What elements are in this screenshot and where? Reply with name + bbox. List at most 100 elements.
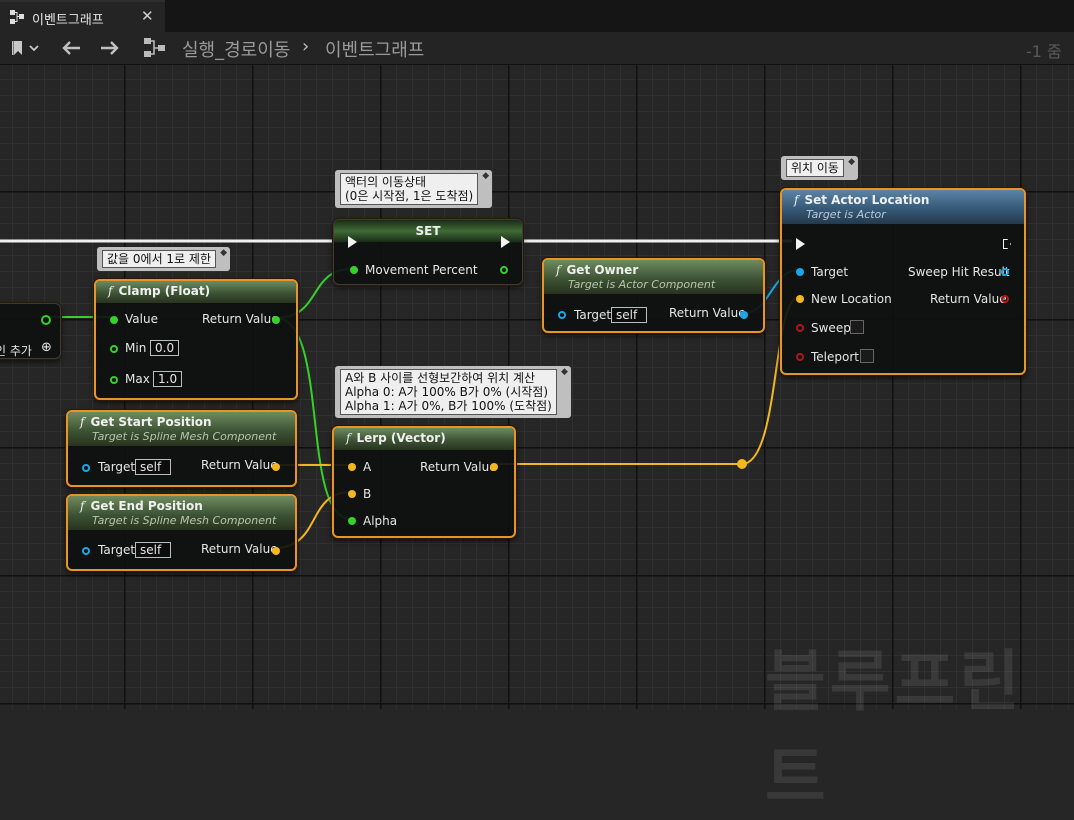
target-pin[interactable] — [558, 311, 566, 319]
min-input[interactable]: 0.0 — [150, 340, 180, 356]
back-arrow-icon[interactable] — [61, 40, 81, 60]
return-value-pin[interactable] — [272, 463, 280, 471]
teleport-label: Teleport — [811, 350, 859, 364]
zoom-level: -1 줌 — [1026, 42, 1062, 61]
movement-percent-out-pin[interactable] — [500, 266, 508, 274]
node-clamp-float[interactable]: f Clamp (Float) Value Return Value Min 0.… — [94, 279, 298, 400]
graph-icon — [144, 38, 166, 62]
return-value-pin[interactable] — [272, 547, 280, 555]
max-label: Max — [125, 372, 150, 386]
node-title: f Set Actor Location — [794, 193, 930, 207]
tab-event-graph[interactable]: 이벤트그래프 ✕ — [0, 0, 165, 32]
bookmark-icon[interactable] — [12, 40, 40, 60]
alpha-pin[interactable] — [348, 517, 356, 525]
node-title: f Lerp (Vector) — [346, 431, 446, 445]
node-title: f Get Owner — [556, 263, 639, 277]
exec-out-pin[interactable] — [501, 236, 510, 248]
node-header: f Get Start Position Target is Spline Mes… — [68, 412, 295, 446]
node-get-end-position[interactable]: f Get End Position Target is Spline Mesh … — [66, 494, 297, 571]
b-pin[interactable] — [348, 490, 356, 498]
min-label: Min — [125, 341, 147, 355]
node-header: f Lerp (Vector) — [334, 428, 514, 450]
new-location-pin[interactable] — [796, 295, 804, 303]
return-value-label: Return Value — [930, 292, 1007, 306]
sweep-hit-result-pin[interactable] — [1001, 268, 1009, 276]
blueprint-watermark: 블루프린트 — [765, 643, 1024, 816]
output-pin[interactable] — [41, 315, 51, 325]
close-icon[interactable]: ✕ — [141, 7, 154, 25]
graph-canvas[interactable]: 인 추가 ⊕ SET Movement Percent fClamp (Floa… — [0, 65, 1074, 709]
target-pin[interactable] — [82, 464, 90, 472]
add-pin-label[interactable]: 인 추가 — [0, 342, 32, 358]
sweep-hit-result-label: Sweep Hit Result — [908, 265, 1010, 279]
node-title: SET — [415, 224, 441, 238]
node-subtitle: Target is Spline Mesh Component — [92, 514, 277, 527]
return-value-label: Return Value — [201, 542, 278, 556]
exec-in-pin[interactable] — [796, 238, 805, 250]
function-icon: f — [556, 263, 561, 277]
comment-set[interactable]: 액터의 이동상태 (0은 시작점, 1은 도착점) ◆ — [335, 170, 493, 208]
node-set-actor-location[interactable]: f Set Actor Location Target is Actor Targ… — [780, 188, 1026, 375]
pin-icon[interactable]: ◆ — [482, 171, 489, 181]
tab-bar: 이벤트그래프 ✕ — [0, 0, 1074, 32]
node-subtitle: Target is Spline Mesh Component — [92, 430, 277, 443]
forward-arrow-icon[interactable] — [100, 40, 120, 60]
target-pin[interactable] — [82, 547, 90, 555]
function-icon: f — [346, 431, 351, 445]
node-set[interactable]: SET Movement Percent — [333, 219, 523, 285]
node-get-start-position[interactable]: f Get Start Position Target is Spline Mes… — [66, 410, 297, 487]
node-header: f Get Owner Target is Actor Component — [544, 260, 763, 294]
target-label: Target — [574, 308, 612, 322]
pin-icon[interactable]: ◆ — [848, 157, 855, 167]
breadcrumb-event-graph[interactable]: 이벤트그래프 — [325, 36, 424, 62]
sweep-pin[interactable] — [796, 324, 804, 332]
plus-icon[interactable]: ⊕ — [41, 340, 52, 355]
teleport-checkbox[interactable] — [860, 349, 874, 363]
comment-text: 액터의 이동상태 (0은 시작점, 1은 도착점) — [340, 173, 479, 205]
comment-text: A와 B 사이를 선형보간하여 위치 계산 Alpha 0: A가 100% B… — [340, 369, 557, 415]
exec-in-pin[interactable] — [348, 236, 357, 248]
node-header: f Set Actor Location Target is Actor — [782, 190, 1024, 224]
sweep-checkbox[interactable] — [850, 320, 864, 334]
target-self-input[interactable]: self — [135, 459, 171, 475]
value-label: Value — [125, 312, 158, 326]
return-value-pin[interactable] — [490, 463, 498, 471]
comment-clamp[interactable]: 값을 0에서 1로 제한 ◆ — [97, 247, 230, 271]
comment-lerp[interactable]: A와 B 사이를 선형보간하여 위치 계산 Alpha 0: A가 100% B… — [335, 366, 571, 418]
node-header: f Get End Position Target is Spline Mesh … — [68, 496, 295, 530]
target-pin[interactable] — [796, 268, 804, 276]
pin-icon[interactable]: ◆ — [561, 367, 568, 377]
node-partial-left[interactable]: 인 추가 ⊕ — [0, 303, 61, 359]
comment-set-actor-location[interactable]: 위치 이동 ◆ — [781, 156, 858, 180]
function-icon: f — [794, 193, 799, 207]
return-value-pin[interactable] — [1001, 295, 1009, 303]
node-lerp-vector[interactable]: f Lerp (Vector) A Return Value B Alpha — [332, 426, 516, 538]
return-value-pin[interactable] — [740, 311, 748, 319]
movement-percent-label: Movement Percent — [365, 263, 478, 277]
graph-icon — [10, 10, 24, 28]
breadcrumb-separator: › — [302, 36, 310, 57]
comment-text: 위치 이동 — [786, 159, 844, 177]
sweep-label: Sweep — [811, 321, 851, 335]
node-title: f Get End Position — [80, 499, 203, 513]
target-self-input[interactable]: self — [611, 307, 647, 323]
movement-percent-in-pin[interactable] — [350, 266, 358, 274]
node-get-owner[interactable]: f Get Owner Target is Actor Component Tar… — [542, 258, 765, 333]
target-self-input[interactable]: self — [135, 542, 171, 558]
max-pin[interactable] — [110, 376, 118, 384]
max-input[interactable]: 1.0 — [153, 371, 183, 387]
pin-icon[interactable]: ◆ — [220, 248, 227, 258]
node-subtitle: Target is Actor Component — [568, 278, 716, 291]
return-value-pin[interactable] — [272, 316, 280, 324]
function-icon: f — [108, 284, 113, 298]
return-value-label: Return Value — [420, 460, 497, 474]
teleport-pin[interactable] — [796, 353, 804, 361]
alpha-label: Alpha — [363, 514, 398, 528]
exec-out-pin[interactable] — [1003, 239, 1011, 249]
b-label: B — [363, 487, 372, 501]
a-pin[interactable] — [348, 463, 356, 471]
breadcrumb-graph-name[interactable]: 실행_경로이동 — [182, 36, 290, 62]
new-location-label: New Location — [811, 292, 892, 306]
min-pin[interactable] — [110, 345, 118, 353]
value-pin[interactable] — [110, 316, 118, 324]
